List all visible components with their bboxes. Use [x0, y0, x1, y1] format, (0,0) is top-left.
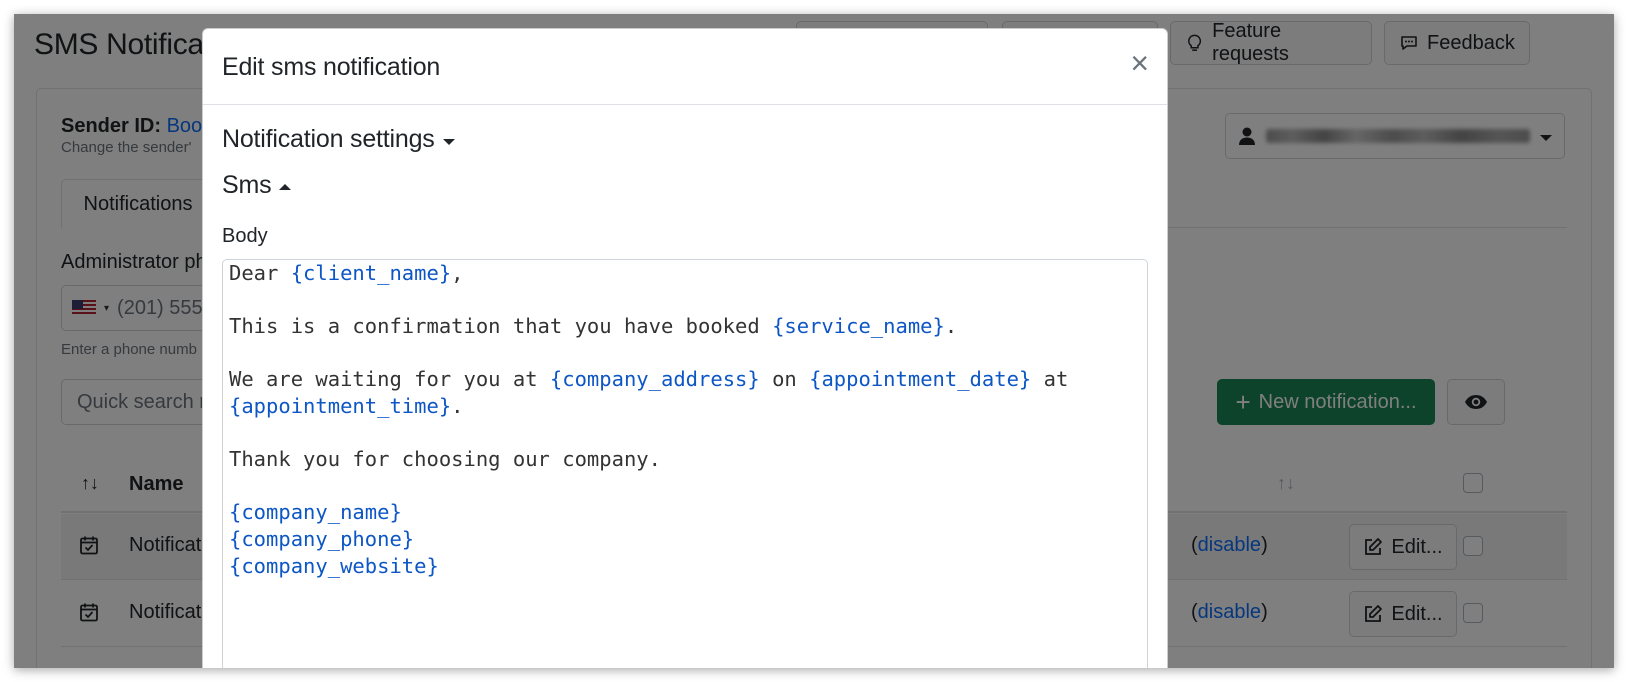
template-variable: {service_name}	[772, 314, 945, 339]
body-line	[229, 287, 1141, 314]
body-text: .	[451, 393, 464, 418]
sms-body-editor[interactable]: Dear {client_name}, This is a confirmatio…	[222, 259, 1148, 668]
edit-sms-notification-modal: Edit sms notification × Notification set…	[202, 28, 1168, 668]
body-line: Thank you for choosing our company.	[229, 446, 1141, 473]
body-line: {company_phone}	[229, 526, 1141, 553]
body-text: We are waiting for you at	[229, 367, 550, 392]
caret-up-icon	[279, 183, 292, 190]
body-line: {appointment_time}.	[229, 393, 1141, 420]
body-line: {company_website}	[229, 553, 1141, 580]
template-variable: {company_address}	[549, 367, 760, 392]
notification-settings-toggle[interactable]: Notification settings	[222, 125, 455, 154]
app-window: SMS Notifica Feature requests Feedback S…	[14, 14, 1614, 668]
sms-section-label: Sms	[222, 171, 272, 199]
body-text: This is a confirmation that you have boo…	[229, 314, 773, 339]
body-text: .	[944, 314, 958, 339]
template-variable: {company_website}	[229, 553, 439, 578]
body-text: at	[1031, 367, 1069, 392]
body-line: Dear {client_name},	[229, 260, 1141, 287]
template-variable: {appointment_time}	[229, 393, 452, 418]
caret-down-icon	[442, 138, 455, 145]
body-line: This is a confirmation that you have boo…	[229, 313, 1141, 340]
body-line	[229, 340, 1141, 367]
body-line	[229, 420, 1141, 447]
template-variable: {company_phone}	[229, 526, 415, 551]
template-variable: {company_name}	[229, 500, 402, 525]
body-line	[229, 473, 1141, 500]
body-text: Thank you for choosing our company.	[229, 447, 661, 472]
body-text: on	[759, 367, 810, 392]
template-variable: {client_name}	[290, 261, 452, 285]
sms-section-toggle[interactable]: Sms	[222, 171, 292, 200]
body-line: {company_name}	[229, 499, 1141, 526]
notification-settings-label: Notification settings	[222, 125, 435, 153]
body-label: Body	[222, 225, 268, 247]
modal-title: Edit sms notification	[222, 53, 441, 81]
template-variable: {appointment_date}	[809, 367, 1032, 392]
modal-header: Edit sms notification ×	[203, 29, 1167, 105]
body-text: Dear	[229, 261, 291, 285]
body-text: ,	[451, 261, 464, 285]
body-line: We are waiting for you at {company_addre…	[229, 366, 1141, 393]
close-icon[interactable]: ×	[1130, 47, 1149, 79]
